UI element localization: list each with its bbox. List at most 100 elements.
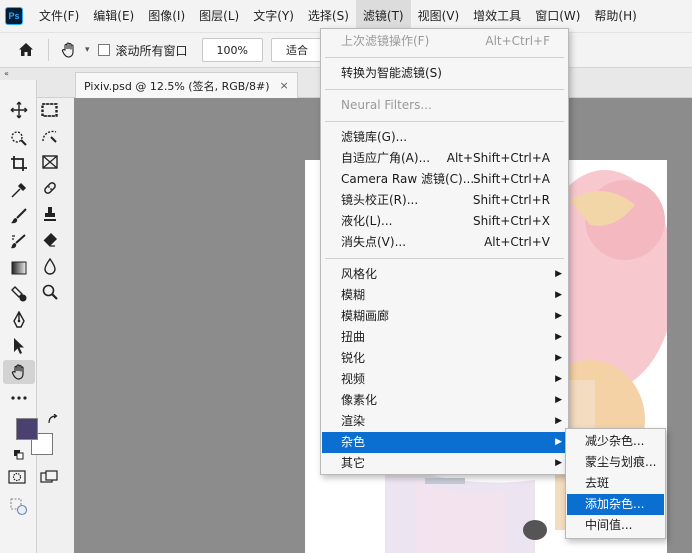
menu-item-label: 风格化 bbox=[341, 267, 378, 281]
menu-item-blur[interactable]: 模糊 ▶ bbox=[322, 285, 567, 306]
submenu-arrow-icon: ▶ bbox=[555, 290, 562, 300]
submenu-item-dust-scratches[interactable]: 蒙尘与划痕... bbox=[567, 452, 664, 473]
menu-divider bbox=[325, 258, 564, 259]
menu-item-shortcut: Shift+Ctrl+A bbox=[473, 172, 550, 186]
scroll-all-windows-label: 滚动所有窗口 bbox=[115, 43, 188, 58]
photoshop-logo-icon[interactable]: Ps bbox=[5, 7, 23, 25]
submenu-arrow-icon: ▶ bbox=[555, 395, 562, 405]
content-credentials-icon[interactable] bbox=[10, 498, 28, 519]
crop-tool-icon[interactable] bbox=[3, 152, 35, 176]
chevron-down-icon[interactable]: ▾ bbox=[85, 45, 90, 55]
menu-item-pixelate[interactable]: 像素化 ▶ bbox=[322, 390, 567, 411]
submenu-arrow-icon: ▶ bbox=[555, 374, 562, 384]
brush-tool-icon[interactable] bbox=[3, 204, 35, 228]
menu-item-label: 上次滤镜操作(F) bbox=[341, 34, 430, 48]
menu-item-label: 视频 bbox=[341, 372, 366, 386]
menu-file[interactable]: 文件(F) bbox=[32, 0, 86, 32]
submenu-item-median[interactable]: 中间值... bbox=[567, 515, 664, 536]
menu-item-sharpen[interactable]: 锐化 ▶ bbox=[322, 348, 567, 369]
move-tool-icon[interactable] bbox=[3, 98, 35, 122]
submenu-item-despeckle[interactable]: 去斑 bbox=[567, 473, 664, 494]
gradient-tool-icon[interactable] bbox=[3, 256, 35, 280]
menu-item-stylize[interactable]: 风格化 ▶ bbox=[322, 264, 567, 285]
object-selection-tool-icon[interactable] bbox=[3, 126, 35, 150]
menu-item-label: 像素化 bbox=[341, 393, 378, 407]
clone-stamp-icon[interactable] bbox=[34, 202, 66, 226]
eyedropper-tool-icon[interactable] bbox=[3, 178, 35, 202]
hand-tool-icon[interactable] bbox=[3, 360, 35, 384]
quick-mask-icon[interactable] bbox=[8, 470, 26, 487]
menu-item-noise[interactable]: 杂色 ▶ bbox=[322, 432, 567, 453]
menu-item-shortcut: Shift+Ctrl+R bbox=[472, 193, 550, 207]
swap-colors-icon[interactable] bbox=[47, 413, 59, 429]
menu-item-label: 镜头校正(R)... bbox=[341, 193, 419, 207]
foreground-color-swatch[interactable] bbox=[16, 418, 38, 440]
menu-divider bbox=[325, 89, 564, 90]
submenu-arrow-icon: ▶ bbox=[555, 332, 562, 342]
blur-tool-icon[interactable] bbox=[34, 254, 66, 278]
menu-edit[interactable]: 编辑(E) bbox=[86, 0, 141, 32]
menu-item-label: 自适应广角(A)... bbox=[341, 151, 431, 165]
path-selection-tool-icon[interactable] bbox=[3, 334, 35, 358]
dodge-tool-icon[interactable] bbox=[3, 282, 35, 306]
healing-brush-icon[interactable] bbox=[34, 176, 66, 200]
menu-item-other[interactable]: 其它 ▶ bbox=[322, 453, 567, 474]
more-tools-icon[interactable] bbox=[3, 386, 35, 410]
menu-item-label: 模糊 bbox=[341, 288, 366, 302]
zoom-tool-icon[interactable] bbox=[34, 280, 66, 304]
frame-tool-icon[interactable] bbox=[34, 150, 66, 174]
rectangular-marquee-icon[interactable] bbox=[34, 98, 66, 122]
menu-item-camera-raw[interactable]: Camera Raw 滤镜(C)... Shift+Ctrl+A bbox=[322, 169, 567, 190]
menu-item-video[interactable]: 视频 ▶ bbox=[322, 369, 567, 390]
menu-item-label: 扭曲 bbox=[341, 330, 366, 344]
fit-screen-button[interactable]: 适合 bbox=[271, 38, 323, 62]
default-colors-icon[interactable] bbox=[13, 449, 25, 464]
collapse-toolbar-icon[interactable]: « bbox=[0, 68, 37, 80]
menu-item-render[interactable]: 渲染 ▶ bbox=[322, 411, 567, 432]
close-icon[interactable]: × bbox=[280, 79, 289, 92]
menu-image[interactable]: 图像(I) bbox=[141, 0, 192, 32]
menu-item-shortcut: Alt+Ctrl+F bbox=[485, 34, 550, 48]
submenu-arrow-icon: ▶ bbox=[555, 437, 562, 447]
menu-item-label: 消失点(V)... bbox=[341, 235, 407, 249]
menu-item-last-filter[interactable]: 上次滤镜操作(F) Alt+Ctrl+F bbox=[322, 31, 567, 52]
quick-selection-icon[interactable] bbox=[34, 124, 66, 148]
divider bbox=[48, 39, 49, 61]
submenu-arrow-icon: ▶ bbox=[555, 311, 562, 321]
menu-item-adaptive-wide-angle[interactable]: 自适应广角(A)... Alt+Shift+Ctrl+A bbox=[322, 148, 567, 169]
menu-item-neural-filters[interactable]: Neural Filters... bbox=[322, 95, 567, 116]
submenu-arrow-icon: ▶ bbox=[555, 353, 562, 363]
menu-item-vanishing-point[interactable]: 消失点(V)... Alt+Ctrl+V bbox=[322, 232, 567, 253]
history-brush-tool-icon[interactable] bbox=[3, 230, 35, 254]
submenu-item-add-noise[interactable]: 添加杂色... bbox=[567, 494, 664, 515]
menu-item-distort[interactable]: 扭曲 ▶ bbox=[322, 327, 567, 348]
hand-tool-preset-icon[interactable] bbox=[57, 38, 81, 62]
home-icon[interactable] bbox=[12, 36, 40, 64]
menu-item-label: 模糊画廊 bbox=[341, 309, 390, 323]
zoom-100-button[interactable]: 100% bbox=[201, 38, 263, 62]
menu-item-filter-gallery[interactable]: 滤镜库(G)... bbox=[322, 127, 567, 148]
menu-item-label: 液化(L)... bbox=[341, 214, 393, 228]
menu-item-convert-smart-filter[interactable]: 转换为智能滤镜(S) bbox=[322, 63, 567, 84]
menu-layer[interactable]: 图层(L) bbox=[192, 0, 246, 32]
menu-item-liquify[interactable]: 液化(L)... Shift+Ctrl+X bbox=[322, 211, 567, 232]
menu-help[interactable]: 帮助(H) bbox=[587, 0, 643, 32]
menu-divider bbox=[325, 121, 564, 122]
menu-item-shortcut: Alt+Shift+Ctrl+A bbox=[446, 151, 550, 165]
pen-tool-icon[interactable] bbox=[3, 308, 35, 332]
menu-item-label: 其它 bbox=[341, 456, 366, 470]
menu-item-blur-gallery[interactable]: 模糊画廊 ▶ bbox=[322, 306, 567, 327]
menu-item-label: Camera Raw 滤镜(C)... bbox=[341, 172, 475, 186]
submenu-item-reduce-noise[interactable]: 减少杂色... bbox=[567, 431, 664, 452]
submenu-arrow-icon: ▶ bbox=[555, 458, 562, 468]
menu-item-label: 渲染 bbox=[341, 414, 366, 428]
document-tab[interactable]: Pixiv.psd @ 12.5% (签名, RGB/8#) × bbox=[75, 72, 298, 98]
menu-item-label: 锐化 bbox=[341, 351, 366, 365]
eraser-tool-icon[interactable] bbox=[34, 228, 66, 252]
menu-item-lens-correction[interactable]: 镜头校正(R)... Shift+Ctrl+R bbox=[322, 190, 567, 211]
scroll-all-windows-checkbox[interactable] bbox=[97, 44, 110, 56]
screen-mode-icon[interactable] bbox=[40, 470, 58, 487]
noise-submenu: 减少杂色... 蒙尘与划痕... 去斑 添加杂色... 中间值... bbox=[565, 428, 666, 539]
submenu-arrow-icon: ▶ bbox=[555, 416, 562, 426]
menu-type[interactable]: 文字(Y) bbox=[246, 0, 301, 32]
